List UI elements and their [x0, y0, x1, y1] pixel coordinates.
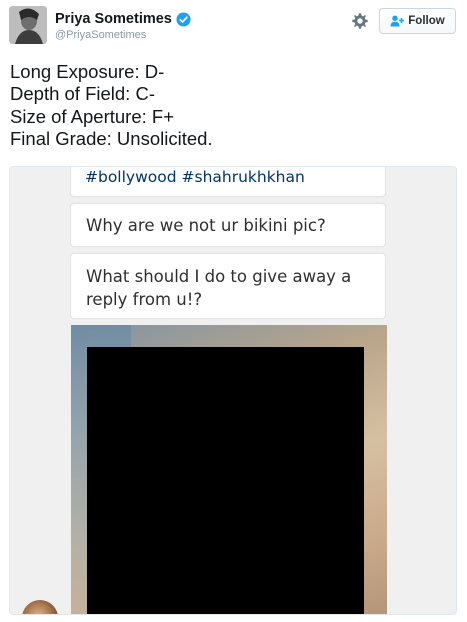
tweet-line: Depth of Field: C-: [10, 83, 155, 105]
tweet-media[interactable]: #bollywood #shahrukhkhan Why are we not …: [9, 166, 457, 615]
tweet-line: Size of Aperture: F+: [10, 105, 175, 127]
tweet-line: Long Exposure: D-: [10, 61, 165, 82]
verified-badge-icon: [176, 11, 191, 27]
comment-bubble: What should I do to give away a reply fr…: [70, 253, 386, 319]
comment-bubble: Why are we not ur bikini pic?: [70, 203, 386, 247]
follow-button[interactable]: Follow: [379, 8, 456, 34]
follow-label: Follow: [408, 15, 445, 27]
display-name[interactable]: Priya Sometimes: [55, 11, 172, 27]
tweet-line: Final Grade: Unsolicited.: [10, 127, 213, 149]
tweet-header: Priya Sometimes @PriyaSometimes Follow: [0, 0, 467, 52]
avatar[interactable]: [9, 6, 47, 44]
name-row: Priya Sometimes: [55, 10, 191, 28]
hashtag-bubble: #bollywood #shahrukhkhan: [70, 167, 386, 197]
gear-icon[interactable]: [351, 12, 369, 30]
commenter-avatar: [22, 600, 58, 614]
tweet-text: Long Exposure: D- Depth of Field: C- Siz…: [10, 61, 450, 150]
censor-block: [87, 347, 364, 614]
add-person-icon: [390, 15, 405, 27]
user-handle[interactable]: @PriyaSometimes: [55, 29, 146, 41]
shared-photo: [71, 325, 387, 614]
